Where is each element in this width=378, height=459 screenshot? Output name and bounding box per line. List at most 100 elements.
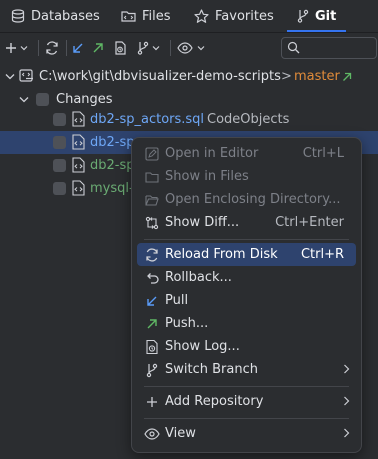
databases-icon bbox=[11, 9, 25, 23]
menu-item-pull[interactable]: Pull bbox=[137, 289, 356, 312]
rollback-icon bbox=[144, 270, 160, 286]
toolbar-divider bbox=[38, 40, 39, 56]
repository-icon bbox=[19, 69, 34, 83]
file-checkbox[interactable] bbox=[53, 159, 66, 172]
search-field[interactable] bbox=[281, 37, 377, 59]
file-name: db2-sp bbox=[90, 135, 135, 150]
branch-icon bbox=[137, 41, 149, 55]
menu-item-show-log[interactable]: Show Log... bbox=[137, 335, 356, 358]
menu-item-add-repository[interactable]: Add Repository bbox=[137, 390, 356, 413]
menu-item-label: View bbox=[165, 426, 196, 441]
view-options-button[interactable] bbox=[177, 39, 205, 57]
branch-icon bbox=[144, 362, 160, 378]
folder-icon bbox=[121, 9, 136, 23]
file-name: db2-sp bbox=[90, 158, 135, 173]
eye-icon bbox=[144, 426, 160, 442]
menu-item-shortcut: Ctrl+L bbox=[302, 146, 344, 161]
folder-open-icon bbox=[144, 192, 160, 208]
menu-separator bbox=[144, 239, 349, 240]
active-tab-indicator bbox=[287, 30, 347, 32]
menu-item-view[interactable]: View bbox=[137, 422, 356, 445]
files-icon bbox=[144, 169, 160, 185]
log-icon bbox=[144, 339, 160, 355]
file-name: mysql- bbox=[90, 181, 134, 196]
menu-separator bbox=[144, 386, 349, 387]
menu-separator bbox=[144, 418, 349, 419]
plus-icon bbox=[144, 394, 160, 410]
log-icon bbox=[113, 41, 127, 55]
menu-item-shortcut: Ctrl+R bbox=[300, 247, 344, 262]
menu-item-reload-from-disk[interactable]: Reload From Disk Ctrl+R bbox=[137, 243, 356, 266]
file-name: db2-sp_actors.sql bbox=[90, 112, 205, 127]
search-icon bbox=[287, 41, 300, 54]
menu-item-show-in-files[interactable]: Show in Files bbox=[137, 165, 356, 188]
file-checkbox[interactable] bbox=[53, 182, 66, 195]
tab-files[interactable]: Files bbox=[121, 0, 171, 32]
menu-item-shortcut: Ctrl+Enter bbox=[275, 215, 344, 230]
refresh-button[interactable] bbox=[45, 39, 59, 57]
menu-item-label: Pull bbox=[165, 293, 189, 308]
chevron-down-icon bbox=[20, 45, 28, 51]
menu-item-label: Show Diff... bbox=[165, 215, 240, 230]
toolbar-divider bbox=[170, 40, 171, 56]
add-button[interactable] bbox=[5, 39, 28, 57]
sql-file-icon bbox=[72, 157, 85, 173]
refresh-icon bbox=[45, 41, 59, 55]
git-branch-icon bbox=[297, 9, 309, 23]
tab-favorites[interactable]: Favorites bbox=[194, 0, 274, 32]
pull-button[interactable] bbox=[72, 39, 84, 57]
repository-root-row[interactable]: C:\work\git\dbvisualizer-demo-scripts > … bbox=[0, 65, 378, 88]
file-checkbox[interactable] bbox=[53, 113, 66, 126]
menu-item-switch-branch[interactable]: Switch Branch bbox=[137, 358, 356, 381]
context-menu: Open in Editor Ctrl+L Show in Files Open… bbox=[131, 137, 362, 453]
pull-icon bbox=[144, 293, 160, 309]
chevron-down-icon[interactable] bbox=[19, 96, 29, 103]
tab-git[interactable]: Git bbox=[287, 0, 347, 32]
sql-file-icon bbox=[72, 134, 85, 150]
sql-file-icon bbox=[72, 111, 85, 127]
outgoing-arrow-icon bbox=[342, 72, 352, 82]
menu-item-label: Open Enclosing Directory... bbox=[165, 192, 341, 207]
show-log-button[interactable] bbox=[113, 39, 127, 57]
pull-icon bbox=[72, 42, 84, 54]
tab-label: Databases bbox=[31, 8, 100, 24]
menu-item-rollback[interactable]: Rollback... bbox=[137, 266, 356, 289]
git-toolbar bbox=[0, 33, 378, 64]
menu-item-open-in-editor[interactable]: Open in Editor Ctrl+L bbox=[137, 142, 356, 165]
menu-item-label: Switch Branch bbox=[165, 362, 258, 377]
tree-file-row[interactable]: db2-sp_actors.sql CodeObjects bbox=[0, 108, 378, 131]
changes-label: Changes bbox=[56, 92, 113, 107]
star-icon bbox=[194, 8, 209, 24]
chevron-right-icon bbox=[343, 428, 350, 438]
file-checkbox[interactable] bbox=[53, 136, 66, 149]
reload-icon bbox=[144, 247, 160, 263]
menu-item-label: Add Repository bbox=[165, 394, 264, 409]
tool-window-tab-bar: Databases Files Favorites Git bbox=[0, 0, 378, 33]
sql-file-icon bbox=[72, 180, 85, 196]
eye-icon bbox=[177, 42, 193, 54]
switch-branch-button[interactable] bbox=[137, 39, 160, 57]
tab-label: Files bbox=[142, 8, 171, 24]
tab-label: Favorites bbox=[215, 8, 274, 24]
push-icon bbox=[144, 316, 160, 332]
menu-item-label: Show in Files bbox=[165, 169, 249, 184]
push-button[interactable] bbox=[92, 39, 104, 57]
toolbar-divider bbox=[66, 40, 67, 56]
menu-item-show-diff[interactable]: Show Diff... Ctrl+Enter bbox=[137, 211, 356, 234]
repository-path: C:\work\git\dbvisualizer-demo-scripts bbox=[39, 69, 281, 84]
plus-icon bbox=[5, 42, 17, 54]
menu-item-label: Open in Editor bbox=[165, 146, 259, 161]
path-separator: > bbox=[281, 69, 292, 84]
menu-item-push[interactable]: Push... bbox=[137, 312, 356, 335]
edit-icon bbox=[144, 146, 160, 162]
chevron-down-icon bbox=[197, 45, 205, 51]
chevron-down-icon[interactable] bbox=[5, 73, 15, 80]
menu-item-label: Reload From Disk bbox=[165, 247, 278, 262]
menu-item-open-enclosing-directory[interactable]: Open Enclosing Directory... bbox=[137, 188, 356, 211]
chevron-right-icon bbox=[343, 364, 350, 374]
changes-checkbox[interactable] bbox=[36, 93, 49, 106]
push-icon bbox=[92, 42, 104, 54]
tab-databases[interactable]: Databases bbox=[11, 0, 100, 32]
file-module: CodeObjects bbox=[207, 112, 290, 127]
tab-label: Git bbox=[315, 8, 337, 24]
